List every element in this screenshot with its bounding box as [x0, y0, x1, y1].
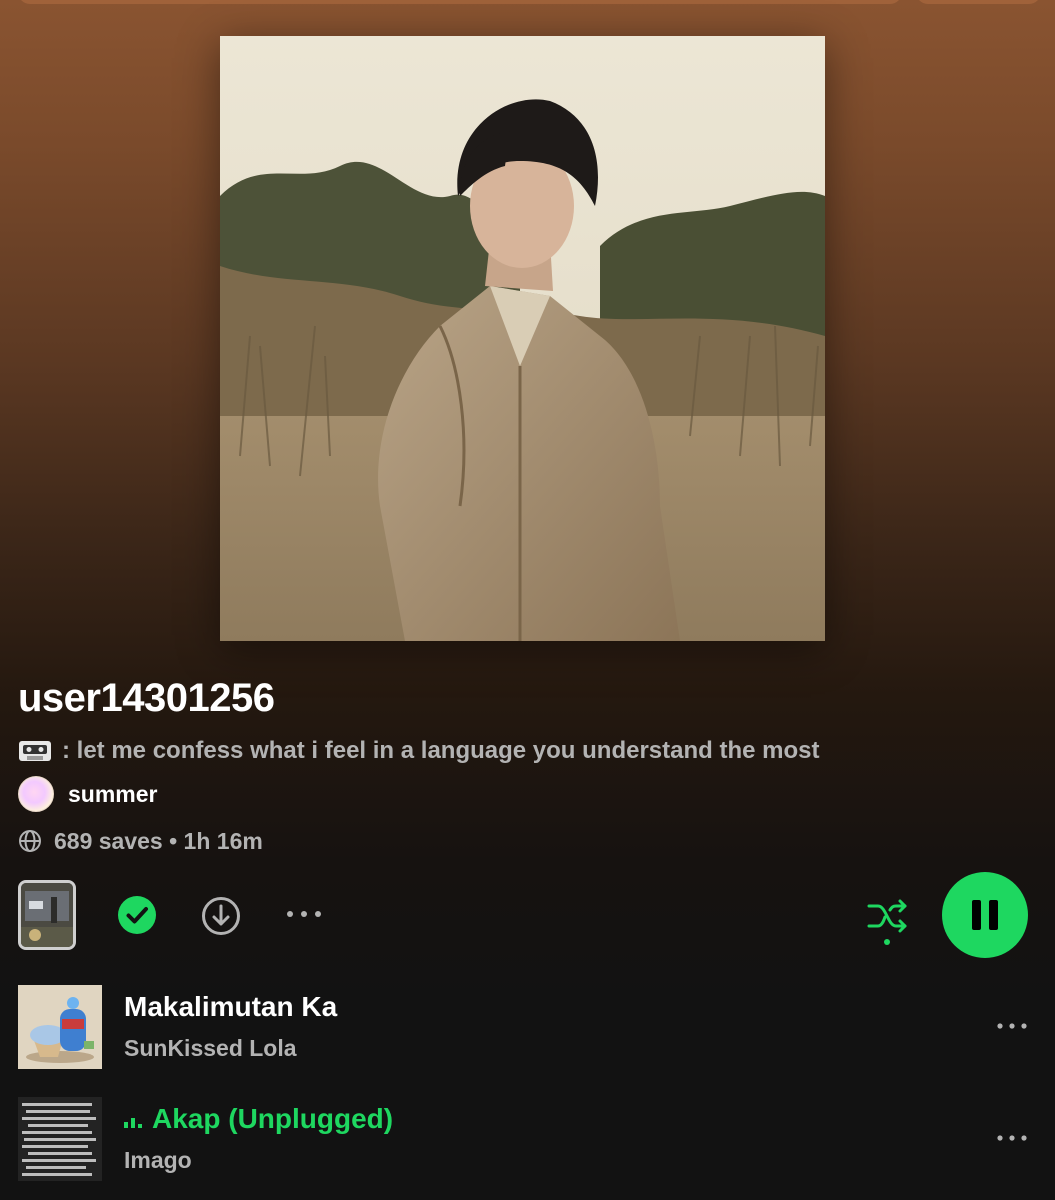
- playlist-title: user14301256: [18, 676, 275, 720]
- meta-text: 689 saves • 1h 16m: [54, 827, 263, 854]
- more-horizontal-icon[interactable]: [996, 1131, 1028, 1145]
- playlist-owner[interactable]: summer: [18, 776, 157, 812]
- pause-button[interactable]: [942, 872, 1028, 958]
- track-row[interactable]: Makalimutan Ka SunKissed Lola: [18, 985, 1028, 1069]
- shuffle-icon[interactable]: [866, 896, 910, 948]
- playlist-cover-image: [220, 36, 825, 641]
- action-bar: [18, 872, 1028, 958]
- globe-icon: [19, 830, 41, 852]
- track-artist[interactable]: Imago: [124, 1147, 192, 1174]
- check-circle-icon[interactable]: [118, 896, 156, 934]
- search-bar[interactable]: [18, 0, 902, 4]
- more-horizontal-icon[interactable]: [284, 902, 324, 926]
- track-row[interactable]: Akap (Unplugged) Imago: [18, 1097, 1028, 1181]
- track-title: Akap (Unplugged): [124, 1103, 393, 1135]
- pause-icon: [972, 900, 998, 930]
- preview-thumbnail[interactable]: [18, 880, 76, 950]
- track-artist[interactable]: SunKissed Lola: [124, 1035, 297, 1062]
- playlist-description: : let me confess what i feel in a langua…: [18, 736, 819, 766]
- cassette-icon: [19, 741, 51, 761]
- track-artwork: [18, 1097, 102, 1181]
- track-artwork: [18, 985, 102, 1069]
- now-playing-icon: [124, 1114, 142, 1128]
- track-title-text: Akap (Unplugged): [152, 1103, 394, 1134]
- download-icon[interactable]: [201, 896, 241, 936]
- owner-name[interactable]: summer: [68, 781, 157, 808]
- track-title: Makalimutan Ka: [124, 991, 338, 1022]
- description-text: : let me confess what i feel in a langua…: [62, 737, 820, 764]
- more-horizontal-icon[interactable]: [996, 1019, 1028, 1033]
- playlist-meta: 689 saves • 1h 16m: [18, 824, 263, 858]
- avatar[interactable]: [18, 776, 54, 812]
- sort-button[interactable]: [916, 0, 1041, 4]
